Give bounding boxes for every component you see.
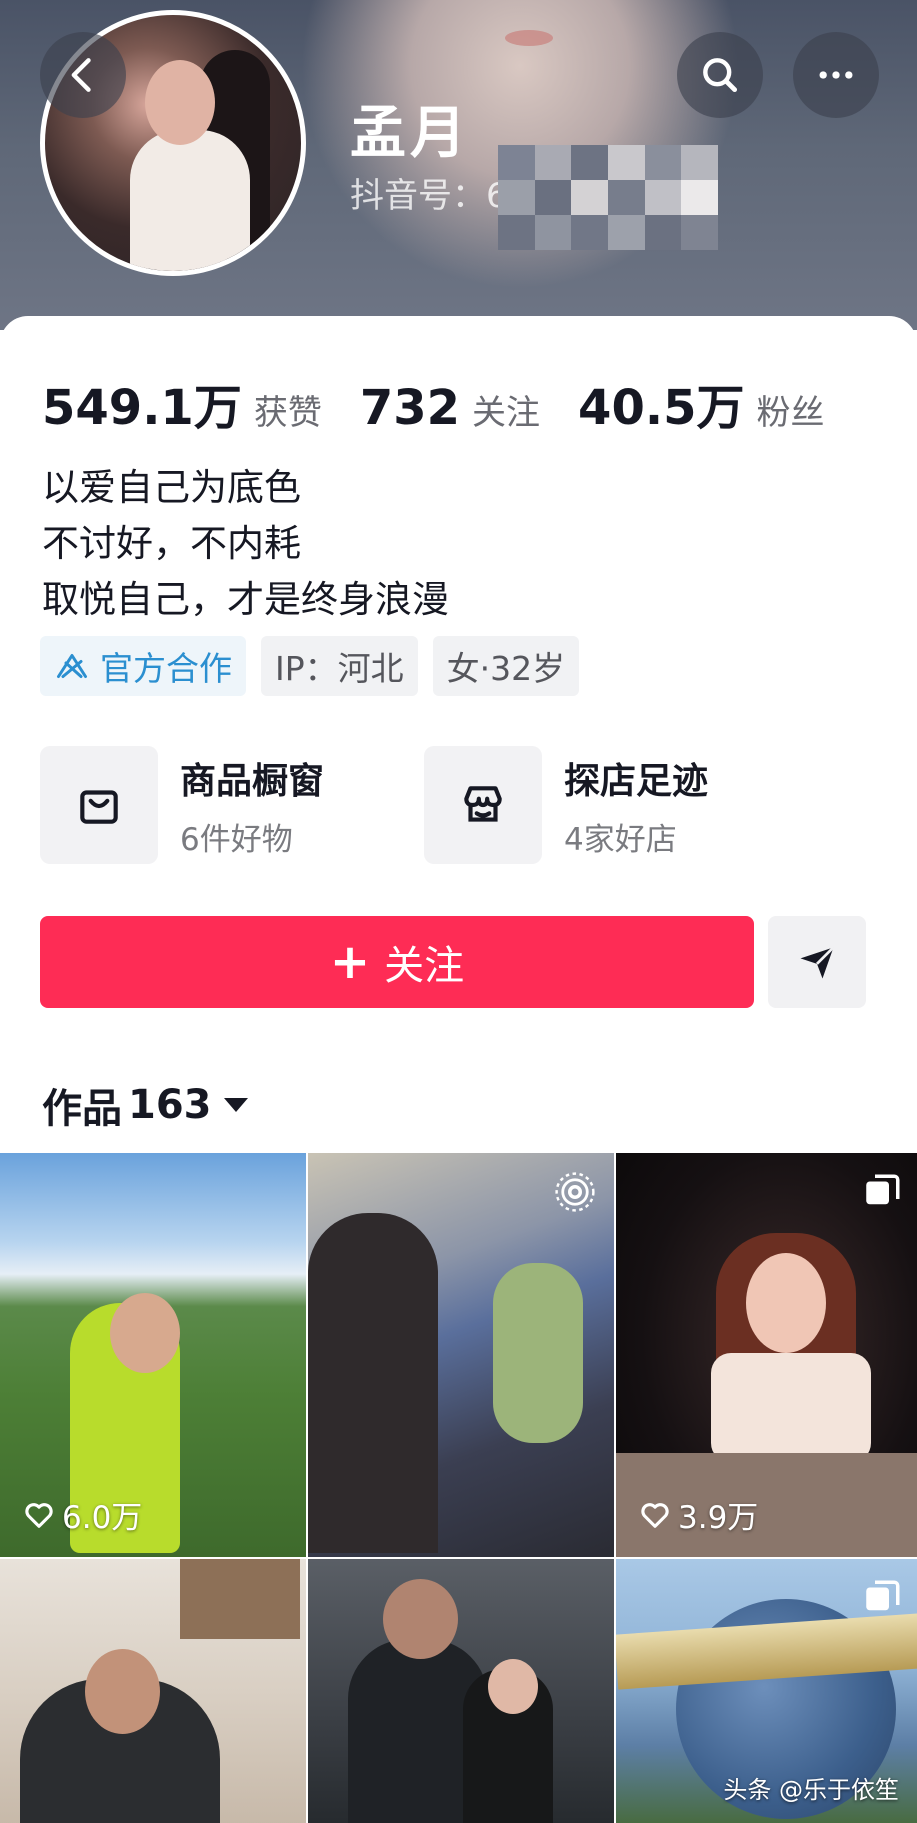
shop-entries: 商品橱窗 6件好物 探店足迹 4家好店 [40,746,808,864]
video-thumbnail[interactable] [0,1559,306,1823]
bio-line: 以爱自己为底色 [42,466,301,509]
bio-line: 取悦自己，才是终身浪漫 [42,578,449,621]
video-thumbnail[interactable]: 6.0万 [0,1153,306,1557]
shop-subtitle: 6件好物 [180,821,293,858]
message-button[interactable] [768,916,866,1008]
douyin-id[interactable]: 抖音号：6 [350,168,508,217]
chevron-left-icon [71,58,91,92]
works-label: 作品 [42,1086,122,1132]
like-count-text: 6.0万 [62,1500,143,1536]
gender-age-tag: 女·32岁 [432,636,580,696]
works-tab[interactable]: 作品 163 [42,1076,248,1134]
back-button[interactable] [40,32,126,118]
stat-number: 549.1万 [42,380,242,436]
bio-line: 不讨好，不内耗 [42,522,301,565]
send-icon [800,946,835,979]
search-icon [703,58,738,93]
works-count: 163 [128,1082,212,1128]
like-count: 6.0万 [22,1492,142,1537]
collab-icon [57,654,87,678]
live-photo-icon [555,1172,595,1212]
shop-title: 商品橱窗 [180,760,325,802]
like-count-text: 3.9万 [678,1500,759,1536]
stats-row: 549.1万 获赞 732 关注 40.5万 粉丝 [42,368,862,438]
multi-image-icon [866,1580,900,1611]
stat-number: 40.5万 [578,380,745,436]
heart-icon [25,1502,53,1528]
store-icon [424,746,542,864]
profile-name: 孟月 [350,101,470,166]
stat-likes[interactable]: 549.1万 获赞 [42,368,322,438]
profile-header: 孟月 抖音号：6 [0,0,917,330]
video-grid: 6.0万 3.9万 头条 @乐于依笙 [0,1153,917,1823]
video-thumbnail[interactable] [308,1559,614,1823]
stat-number: 732 [359,380,461,436]
search-button[interactable] [677,32,763,118]
shop-subtitle: 4家好店 [564,821,677,858]
more-button[interactable] [793,32,879,118]
shopping-bag-icon [40,746,158,864]
stat-following[interactable]: 732 关注 [360,380,540,436]
bio: 以爱自己为底色 不讨好，不内耗 取悦自己，才是终身浪漫 [42,460,449,628]
video-thumbnail[interactable]: 3.9万 [616,1153,917,1557]
stat-label: 粉丝 [756,393,825,433]
product-showcase-entry[interactable]: 商品橱窗 6件好物 [40,746,424,864]
watermark: 头条 @乐于依笙 [723,1776,899,1804]
more-icon [819,71,853,79]
tag-label: 官方合作 [100,649,232,688]
official-collab-tag[interactable]: 官方合作 [40,636,246,696]
id-mosaic-blur [498,145,718,250]
heart-icon [641,1502,669,1528]
stat-label: 关注 [472,393,541,433]
follow-label: 关注 [384,943,465,989]
shop-title: 探店足迹 [564,760,709,802]
tag-row: 官方合作 IP：河北 女·32岁 [40,636,594,696]
stat-followers[interactable]: 40.5万 粉丝 [578,368,824,438]
video-thumbnail[interactable]: 头条 @乐于依笙 [616,1559,917,1823]
ip-location-tag: IP：河北 [261,636,418,696]
multi-image-icon [866,1174,900,1205]
video-thumbnail[interactable] [308,1153,614,1557]
plus-icon: + [329,934,371,990]
like-count: 3.9万 [638,1492,758,1537]
store-visits-entry[interactable]: 探店足迹 4家好店 [424,746,808,864]
caret-down-icon [223,1098,248,1112]
follow-button[interactable]: + 关注 [40,916,754,1008]
stat-label: 获赞 [253,393,322,433]
